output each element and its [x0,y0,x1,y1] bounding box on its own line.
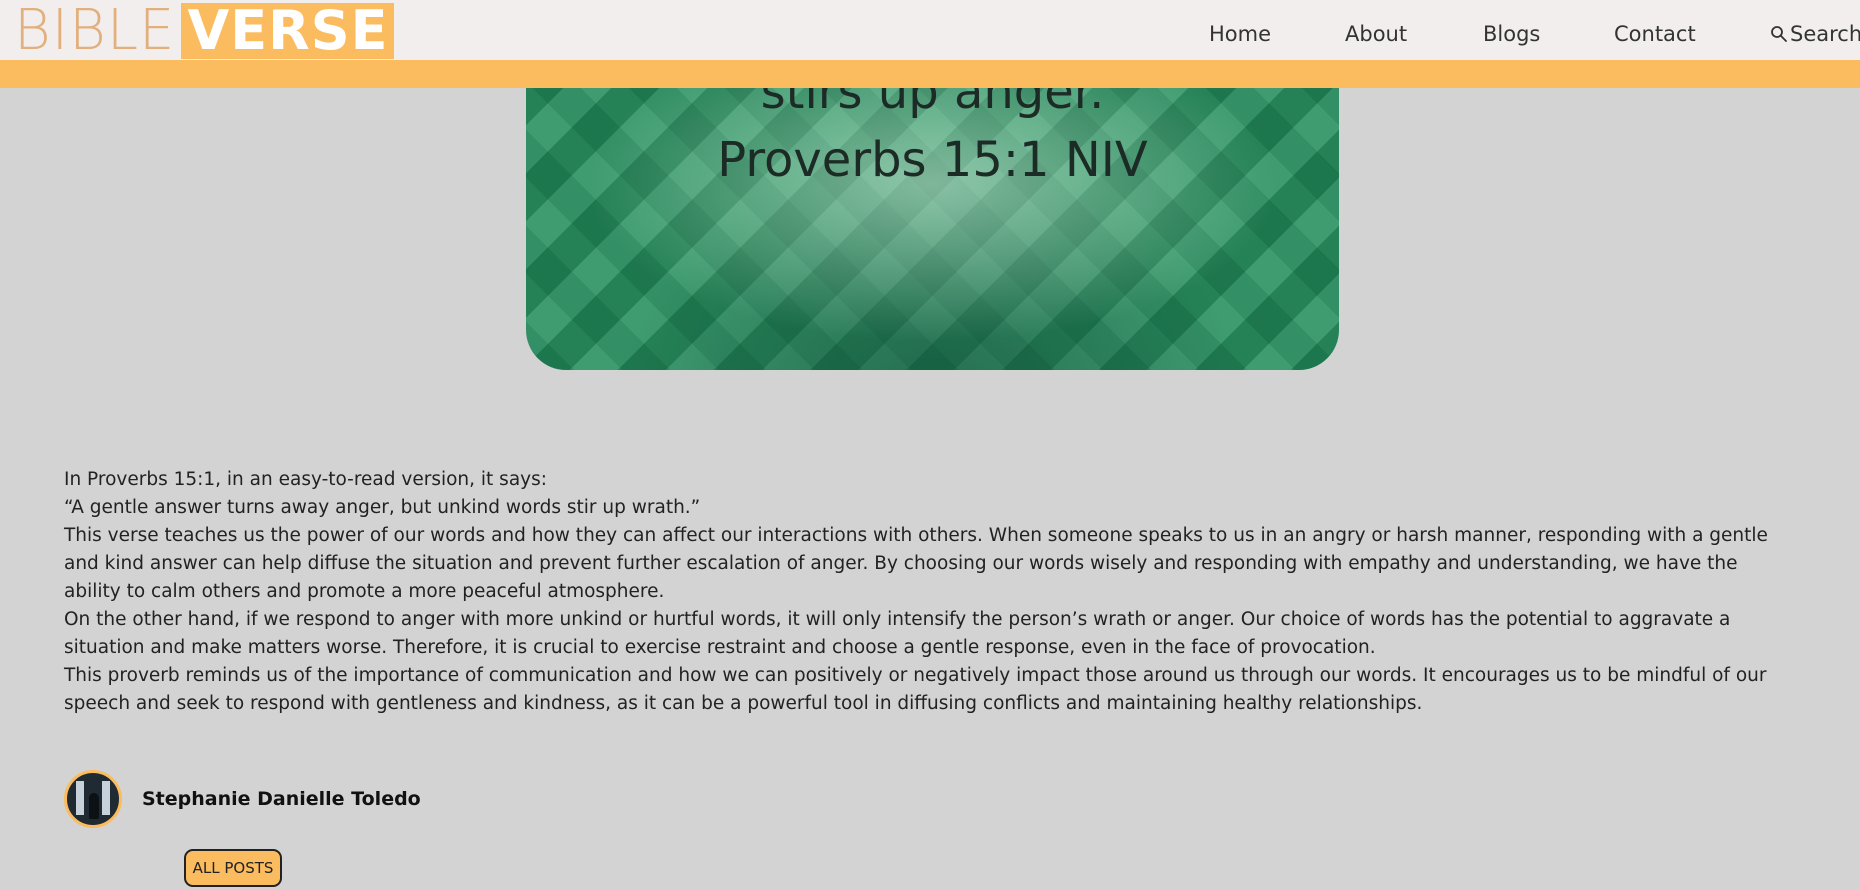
nav-search-button[interactable]: Search [1770,22,1860,46]
nav-about-link[interactable]: About [1345,22,1407,46]
article-paragraph: This verse teaches us the power of our w… [64,525,1768,602]
avatar[interactable] [64,769,122,828]
header-accent-bar [0,60,1860,88]
article-paragraph: On the other hand, if we respond to ange… [64,609,1731,658]
article-paragraph: In Proverbs 15:1, in an easy-to-read ver… [64,469,547,490]
author-name[interactable]: Stephanie Danielle Toledo [142,788,421,810]
verse-image-line-2: Proverbs 15:1 NIV [717,132,1148,188]
nav-home-link[interactable]: Home [1209,22,1271,46]
site-header: BIBLE VERSE Home About Blogs Contact Sea… [0,0,1860,60]
article-body: In Proverbs 15:1, in an easy-to-read ver… [64,466,1794,718]
main-nav: Home About Blogs Contact Search [0,22,1860,52]
nav-blogs-link[interactable]: Blogs [1483,22,1540,46]
author-block: Stephanie Danielle Toledo [64,767,421,830]
all-posts-button[interactable]: ALL POSTS [184,849,282,887]
verse-image: stirs up anger. Proverbs 15:1 NIV [526,60,1339,370]
search-icon [1770,25,1788,43]
article-paragraph: This proverb reminds us of the importanc… [64,665,1767,714]
nav-contact-link[interactable]: Contact [1614,22,1696,46]
search-label: Search [1790,22,1860,46]
article-quote: “A gentle answer turns away anger, but u… [64,497,701,518]
